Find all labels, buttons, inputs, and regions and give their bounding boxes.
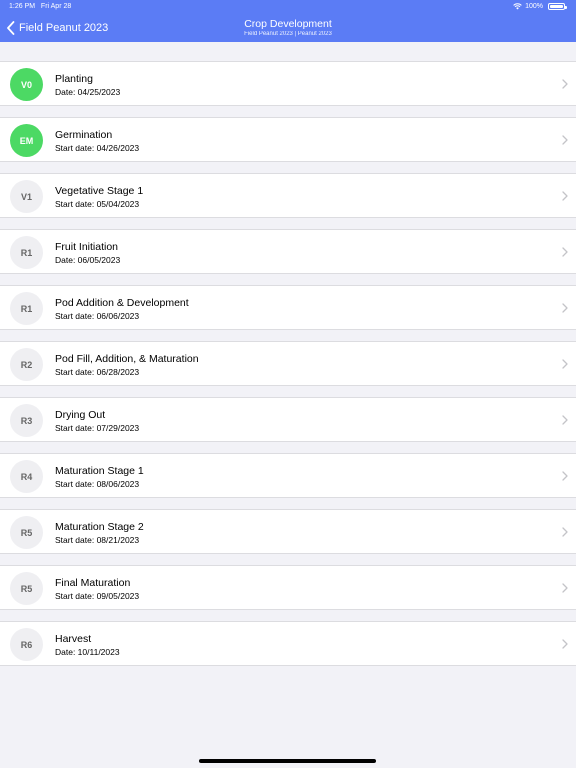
chevron-right-icon (562, 191, 568, 201)
status-bar-right: 100% (513, 3, 567, 10)
stage-name: Maturation Stage 1 (55, 465, 144, 477)
stage-name: Fruit Initiation (55, 241, 119, 253)
stage-name: Harvest (55, 633, 92, 645)
home-indicator[interactable] (199, 759, 376, 763)
stage-code-badge: R2 (10, 348, 43, 381)
chevron-right-icon (562, 527, 568, 537)
stage-date: Start date: 08/06/2023 (55, 479, 140, 489)
stage-row[interactable]: R6 Harvest Date: 10/11/2023 (0, 621, 576, 666)
stage-row[interactable]: R3 Drying Out Start date: 07/29/2023 (0, 397, 576, 442)
page-subtitle: Field Peanut 2023 | Peanut 2023 (244, 31, 332, 37)
battery-icon (548, 3, 567, 10)
stage-date: Start date: 07/29/2023 (55, 423, 140, 433)
stage-date: Start date: 06/06/2023 (55, 311, 140, 321)
stage-date: Start date: 08/21/2023 (55, 535, 140, 545)
chevron-right-icon (562, 583, 568, 593)
chevron-right-icon (562, 79, 568, 89)
stage-code-badge: R6 (10, 628, 43, 661)
stage-row[interactable]: R5 Final Maturation Start date: 09/05/2023 (0, 565, 576, 610)
stage-name: Pod Addition & Development (55, 297, 189, 309)
stage-name: Maturation Stage 2 (55, 521, 144, 533)
stage-code-badge: R1 (10, 236, 43, 269)
stage-code-badge: R5 (10, 516, 43, 549)
stage-date: Start date: 06/28/2023 (55, 367, 140, 377)
stage-code-badge: V1 (10, 180, 43, 213)
stage-row[interactable]: R1 Fruit Initiation Date: 06/05/2023 (0, 229, 576, 274)
stage-name: Final Maturation (55, 577, 131, 589)
status-bar-time: 1:26 PM Fri Apr 28 (9, 3, 71, 10)
chevron-right-icon (562, 247, 568, 257)
page-title: Crop Development (244, 18, 332, 30)
stage-row[interactable]: V0 Planting Date: 04/25/2023 (0, 61, 576, 106)
stage-code-badge: EM (10, 124, 43, 157)
crop-stage-list: V0 Planting Date: 04/25/2023 EM Germination S… (0, 61, 576, 677)
stage-row[interactable]: R2 Pod Fill, Addition, & Maturation Start … (0, 341, 576, 386)
stage-code-badge: R5 (10, 572, 43, 605)
stage-date: Start date: 04/26/2023 (55, 143, 140, 153)
stage-date: Start date: 05/04/2023 (55, 199, 140, 209)
stage-name: Planting (55, 73, 93, 85)
stage-date: Date: 04/25/2023 (55, 87, 121, 97)
stage-code-badge: R3 (10, 404, 43, 437)
stage-name: Pod Fill, Addition, & Maturation (55, 353, 199, 365)
chevron-right-icon (562, 359, 568, 369)
chevron-right-icon (562, 471, 568, 481)
navigation-header: 1:26 PM Fri Apr 28 100% Field Peanut 202… (0, 0, 576, 42)
chevron-right-icon (562, 135, 568, 145)
chevron-right-icon (562, 415, 568, 425)
stage-name: Germination (55, 129, 113, 141)
stage-date: Start date: 09/05/2023 (55, 591, 140, 601)
stage-row[interactable]: R4 Maturation Stage 1 Start date: 08/06/20… (0, 453, 576, 498)
chevron-right-icon (562, 639, 568, 649)
wifi-icon (513, 3, 522, 10)
stage-code-badge: R1 (10, 292, 43, 325)
stage-name: Drying Out (55, 409, 106, 421)
stage-row[interactable]: R1 Pod Addition & Development Start date: … (0, 285, 576, 330)
stage-code-badge: V0 (10, 68, 43, 101)
chevron-right-icon (562, 303, 568, 313)
battery-percentage: 100% (525, 3, 543, 10)
stage-name: Vegetative Stage 1 (55, 185, 144, 197)
stage-date: Date: 10/11/2023 (55, 647, 120, 657)
status-date-text: Fri Apr 28 (40, 3, 72, 10)
stage-row[interactable]: R5 Maturation Stage 2 Start date: 08/21/20… (0, 509, 576, 554)
stage-row[interactable]: EM Germination Start date: 04/26/2023 (0, 117, 576, 162)
status-time-text: 1:26 PM (9, 3, 36, 10)
stage-date: Date: 06/05/2023 (55, 255, 121, 265)
stage-row[interactable]: V1 Vegetative Stage 1 Start date: 05/04/20… (0, 173, 576, 218)
stage-code-badge: R4 (10, 460, 43, 493)
